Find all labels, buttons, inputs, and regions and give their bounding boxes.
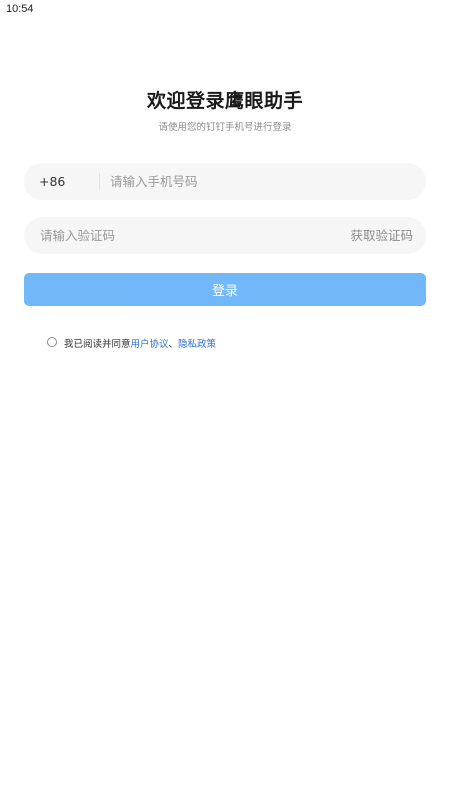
- login-button[interactable]: 登录: [24, 273, 426, 306]
- phone-field-divider: [99, 173, 100, 190]
- get-code-button[interactable]: 获取验证码: [350, 217, 413, 254]
- agreement-radio[interactable]: [47, 337, 57, 347]
- verification-code-field: 获取验证码: [24, 217, 426, 254]
- agreement-row: 我已阅读并同意 用户协议 、 隐私政策: [47, 336, 216, 350]
- phone-number-input[interactable]: [110, 163, 410, 200]
- status-time: 10:54: [6, 3, 34, 15]
- agreement-prefix: 我已阅读并同意: [64, 339, 131, 350]
- agreement-separator: 、: [168, 339, 179, 350]
- user-agreement-link[interactable]: 用户协议: [131, 336, 169, 350]
- page-subtitle: 请使用您的钉钉手机号进行登录: [158, 122, 292, 133]
- privacy-policy-link[interactable]: 隐私政策: [178, 336, 216, 350]
- status-bar: 10:54: [0, 0, 450, 20]
- country-code-selector[interactable]: +86: [39, 163, 65, 200]
- phone-field: +86: [24, 163, 426, 200]
- verification-code-input[interactable]: [40, 217, 320, 254]
- page-title: 欢迎登录鹰眼助手: [146, 90, 303, 112]
